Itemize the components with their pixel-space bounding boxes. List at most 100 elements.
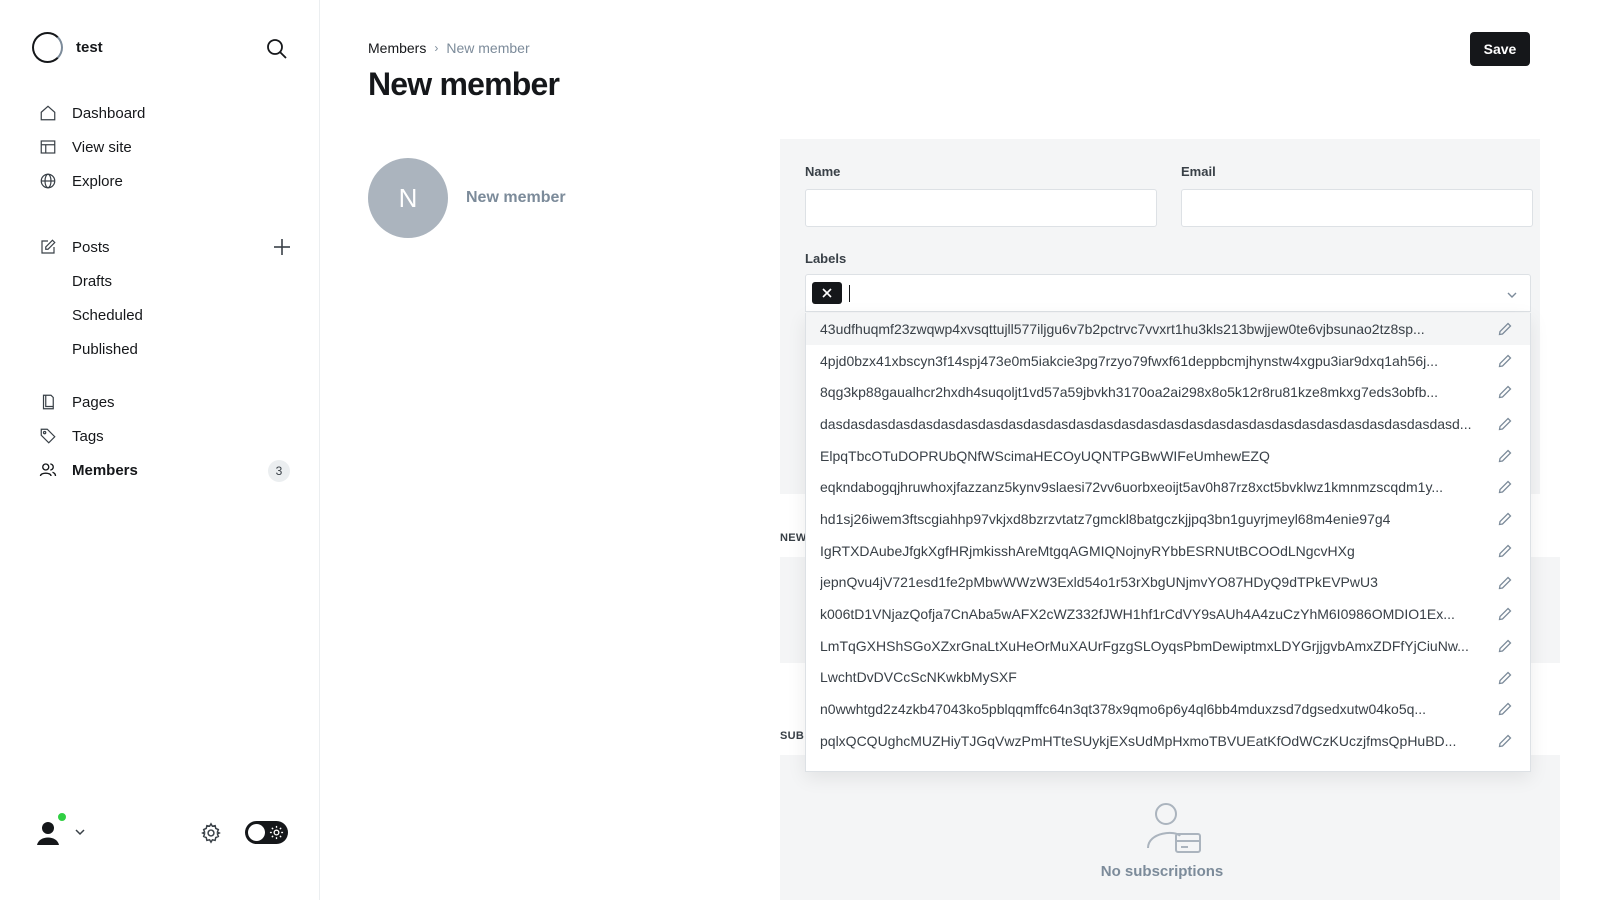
label-option[interactable]: hd1sj26iwem3ftscgiahhp97vkjxd8bzrzvtatz7…	[806, 503, 1530, 535]
pencil-icon[interactable]	[1498, 734, 1512, 748]
toggle-knob	[248, 824, 265, 841]
labels-dropdown: 43udfhuqmf23zwqwp4xvsqttujll577iljgu6v7b…	[805, 313, 1531, 772]
label-option[interactable]: k006tD1VNjazQofja7CnAba5wAFX2cWZ332fJWH1…	[806, 598, 1530, 630]
save-button[interactable]: Save	[1470, 32, 1530, 66]
search-icon[interactable]	[265, 37, 289, 61]
sidebar-item-pages[interactable]: Pages	[32, 385, 302, 419]
house-icon	[38, 103, 58, 123]
sidebar-item-published[interactable]: Published	[32, 332, 302, 366]
sidebar-footer	[32, 812, 290, 852]
label-option-text: LwchtDvDVCcScNKwkbMySXF	[820, 669, 1017, 686]
pencil-icon[interactable]	[1498, 702, 1512, 716]
sidebar-item-members[interactable]: Members 3	[32, 453, 302, 487]
layout-icon	[38, 137, 58, 157]
label-option-text: eqkndabogqjhruwhoxjfazzanz5kynv9slaesi72…	[820, 479, 1444, 496]
label-option[interactable]: IgRTXDAubeJfgkXgfHRjmkisshAreMtgqAGMIQNo…	[806, 535, 1530, 567]
name-label: Name	[805, 164, 841, 179]
pencil-icon[interactable]	[1498, 607, 1512, 621]
label-option-text: 8qg3kp88gaualhcr2hxdh4suqoljt1vd57a59jbv…	[820, 384, 1439, 401]
sidebar-item-posts[interactable]: Posts	[32, 230, 302, 264]
text-caret	[849, 285, 850, 302]
name-field[interactable]	[805, 189, 1157, 227]
pencil-icon[interactable]	[1498, 385, 1512, 399]
sidebar-item-label: Posts	[72, 238, 110, 256]
page-icon	[38, 392, 58, 412]
pencil-icon[interactable]	[1498, 512, 1512, 526]
manage-nav: Pages Tags Members 3	[32, 385, 302, 487]
user-card-icon	[1146, 800, 1202, 858]
sidebar-item-scheduled[interactable]: Scheduled	[32, 298, 302, 332]
sidebar-item-label: Scheduled	[72, 306, 143, 324]
member-avatar: N	[368, 158, 448, 238]
no-subscriptions-text: No subscriptions	[1100, 863, 1224, 880]
pencil-icon[interactable]	[1498, 449, 1512, 463]
label-option-text: jepnQvu4jV721esd1fe2pMbwWWzW3Exld54o1r53…	[820, 574, 1378, 591]
sidebar: test Dashboard View site Explore Posts D…	[0, 0, 320, 900]
close-icon[interactable]	[812, 282, 842, 304]
sidebar-item-view-site[interactable]: View site	[32, 130, 302, 164]
label-option[interactable]: 4pjd0bzx41xbscyn3f14spj473e0m5iakcie3pg7…	[806, 345, 1530, 377]
label-option-text: LmTqGXHShSGoXZxrGnaLtXuHeOrMuXAUrFgzgSLO…	[820, 637, 1469, 654]
online-status-dot	[57, 812, 67, 822]
page-title: New member	[368, 66, 560, 102]
email-field[interactable]	[1181, 189, 1533, 227]
label-option-text: ElpqTbcOTuDOPRUbQNfWScimaHECOyUQNTPGBwWI…	[820, 447, 1270, 464]
sidebar-item-dashboard[interactable]: Dashboard	[32, 96, 302, 130]
pencil-icon[interactable]	[1498, 544, 1512, 558]
labels-label: Labels	[805, 251, 847, 266]
label-option-text: 4pjd0bzx41xbscyn3f14spj473e0m5iakcie3pg7…	[820, 352, 1438, 369]
sidebar-item-label: Explore	[72, 172, 123, 190]
breadcrumb-separator: ›	[434, 41, 439, 55]
sidebar-item-label: Members	[72, 461, 138, 479]
theme-toggle[interactable]	[245, 821, 288, 844]
plus-icon[interactable]	[272, 237, 292, 257]
breadcrumb: Members › New member	[368, 40, 530, 56]
sidebar-item-tags[interactable]: Tags	[32, 419, 302, 453]
label-option[interactable]: dasdasdasdasdasdasdasdasdasdasdasdasdasd…	[806, 408, 1530, 440]
label-option[interactable]: LwchtDvDVCcScNKwkbMySXF	[806, 662, 1530, 694]
label-option[interactable]: n0wwhtgd2z4zkb47043ko5pblqqmffc64n3qt378…	[806, 693, 1530, 725]
label-option-text: k006tD1VNjazQofja7CnAba5wAFX2cWZ332fJWH1…	[820, 606, 1455, 623]
brand[interactable]: test	[32, 32, 103, 63]
site-name: test	[76, 39, 103, 56]
pencil-icon[interactable]	[1498, 354, 1512, 368]
label-option[interactable]: ElpqTbcOTuDOPRUbQNfWScimaHECOyUQNTPGBwWI…	[806, 440, 1530, 472]
sidebar-item-label: Tags	[72, 427, 104, 445]
chevron-down-icon[interactable]	[74, 825, 86, 837]
sidebar-item-drafts[interactable]: Drafts	[32, 264, 302, 298]
pencil-icon[interactable]	[1498, 322, 1512, 336]
tag-icon	[38, 426, 58, 446]
pencil-icon[interactable]	[1498, 671, 1512, 685]
brand-logo-icon	[32, 32, 63, 63]
label-option[interactable]: jepnQvu4jV721esd1fe2pMbwWWzW3Exld54o1r53…	[806, 567, 1530, 599]
sidebar-item-label: View site	[72, 138, 132, 156]
chevron-down-icon[interactable]	[1506, 288, 1518, 300]
globe-icon	[38, 171, 58, 191]
label-option-text: 43udfhuqmf23zwqwp4xvsqttujll577iljgu6v7b…	[820, 320, 1425, 337]
label-option[interactable]: 8qg3kp88gaualhcr2hxdh4suqoljt1vd57a59jbv…	[806, 376, 1530, 408]
newsletters-heading: NEW	[780, 532, 807, 544]
pencil-icon[interactable]	[1498, 576, 1512, 590]
breadcrumb-current: New member	[446, 40, 530, 56]
label-option[interactable]: 43udfhuqmf23zwqwp4xvsqttujll577iljgu6v7b…	[806, 313, 1530, 345]
sidebar-item-label: Published	[72, 340, 138, 358]
breadcrumb-members-link[interactable]: Members	[368, 40, 426, 56]
pencil-icon[interactable]	[1498, 639, 1512, 653]
sidebar-item-label: Pages	[72, 393, 115, 411]
content-nav: Posts Drafts Scheduled Published	[32, 230, 302, 366]
pencil-icon[interactable]	[1498, 480, 1512, 494]
label-option[interactable]: pqlxQCQUghcMUZHiyTJGqVwzPmHTteSUykjEXsUd…	[806, 725, 1530, 757]
sidebar-item-explore[interactable]: Explore	[32, 164, 302, 198]
labels-input[interactable]	[805, 274, 1531, 312]
label-option[interactable]: eqkndabogqjhruwhoxjfazzanz5kynv9slaesi72…	[806, 471, 1530, 503]
gear-icon[interactable]	[200, 822, 222, 844]
pencil-icon[interactable]	[1498, 417, 1512, 431]
email-label: Email	[1181, 164, 1216, 179]
label-option[interactable]: LmTqGXHShSGoXZxrGnaLtXuHeOrMuXAUrFgzgSLO…	[806, 630, 1530, 662]
users-icon	[38, 460, 58, 480]
members-count-badge: 3	[268, 460, 290, 482]
main-nav: Dashboard View site Explore	[32, 96, 302, 198]
sun-icon	[269, 825, 284, 840]
member-name: New member	[466, 189, 566, 206]
label-option-text: n0wwhtgd2z4zkb47043ko5pblqqmffc64n3qt378…	[820, 701, 1427, 718]
